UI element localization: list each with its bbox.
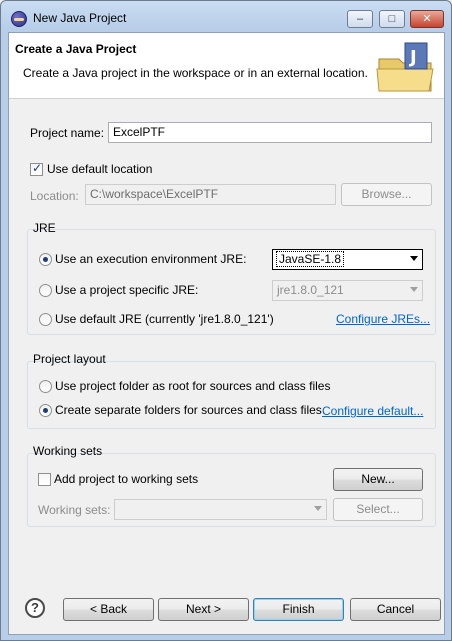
wizard-description: Create a Java project in the workspace o… <box>23 66 368 80</box>
browse-button[interactable]: Browse... <box>341 183 432 206</box>
chevron-down-icon <box>410 287 418 292</box>
chevron-down-icon <box>410 256 418 261</box>
add-to-working-sets-checkbox[interactable] <box>38 473 51 486</box>
dialog-body: Create a Java Project Create a Java proj… <box>8 32 445 635</box>
default-location-checkbox[interactable] <box>30 161 43 176</box>
svg-text:J: J <box>408 47 417 68</box>
project-specific-jre-value: jre1.8.0_121 <box>277 283 344 297</box>
wizard-header: Create a Java Project Create a Java proj… <box>9 33 444 99</box>
dialog-window: New Java Project – □ ✕ Create a Java Pro… <box>0 0 452 641</box>
project-specific-jre-select[interactable]: jre1.8.0_121 <box>272 280 423 301</box>
eclipse-icon <box>11 11 27 27</box>
jre-default-label[interactable]: Use default JRE (currently 'jre1.8.0_121… <box>55 312 274 326</box>
jre-exec-env-radio[interactable] <box>39 253 52 266</box>
layout-root-radio[interactable] <box>39 380 52 393</box>
window-title: New Java Project <box>33 11 127 25</box>
working-sets-select[interactable] <box>114 499 327 520</box>
close-button[interactable]: ✕ <box>410 10 444 28</box>
help-icon[interactable]: ? <box>25 598 45 618</box>
default-location-label[interactable]: Use default location <box>47 162 152 176</box>
exec-env-select[interactable]: JavaSE-1.8 <box>272 249 423 270</box>
configure-jres-link[interactable]: Configure JREs... <box>336 312 430 326</box>
finish-button[interactable]: Finish <box>253 598 344 621</box>
working-sets-label: Working sets: <box>38 503 111 517</box>
chevron-down-icon <box>314 506 322 511</box>
jre-project-specific-radio[interactable] <box>39 284 52 297</box>
layout-separate-radio[interactable] <box>39 404 52 417</box>
back-button[interactable]: < Back <box>63 598 154 621</box>
project-layout-group <box>27 361 436 429</box>
location-label: Location: <box>30 189 79 203</box>
jre-exec-env-label[interactable]: Use an execution environment JRE: <box>55 252 246 266</box>
next-button[interactable]: Next > <box>158 598 249 621</box>
configure-default-link[interactable]: Configure default... <box>322 404 423 418</box>
new-working-set-button[interactable]: New... <box>333 468 423 491</box>
layout-root-label[interactable]: Use project folder as root for sources a… <box>55 379 330 393</box>
minimize-button[interactable]: – <box>347 10 373 28</box>
select-working-sets-button[interactable]: Select... <box>333 498 423 521</box>
location-input[interactable]: C:\workspace\ExcelPTF <box>85 184 336 205</box>
jre-group-title: JRE <box>33 221 56 235</box>
exec-env-value: JavaSE-1.8 <box>275 251 345 267</box>
cancel-button[interactable]: Cancel <box>350 598 441 621</box>
project-name-label: Project name: <box>30 126 105 140</box>
jre-project-specific-label[interactable]: Use a project specific JRE: <box>55 283 198 297</box>
add-to-working-sets-label[interactable]: Add project to working sets <box>54 472 198 486</box>
project-layout-group-title: Project layout <box>33 352 106 366</box>
title-bar[interactable]: New Java Project – □ ✕ <box>1 1 451 33</box>
jre-default-radio[interactable] <box>39 313 52 326</box>
maximize-button[interactable]: □ <box>379 10 405 28</box>
java-project-folder-icon: J <box>376 42 434 92</box>
working-sets-group-title: Working sets <box>33 444 103 458</box>
project-name-input[interactable]: ExcelPTF <box>108 122 432 143</box>
wizard-title: Create a Java Project <box>15 42 137 56</box>
layout-separate-label[interactable]: Create separate folders for sources and … <box>55 403 322 417</box>
